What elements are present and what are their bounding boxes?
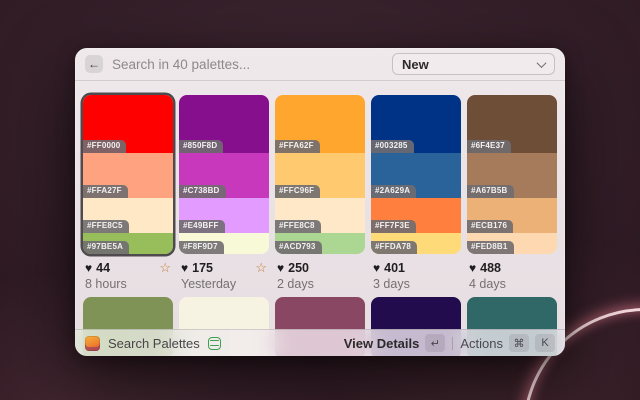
hex-code-chip: #FFE8C8: [275, 220, 321, 233]
palette-meta-row: ♥ 44 ☆: [83, 261, 173, 274]
palette-color-band: #97BE5A: [83, 233, 173, 254]
palette-age: 4 days: [467, 277, 557, 291]
hex-code-chip: #FF7F3E: [371, 220, 416, 233]
palette-stack-icon: [208, 337, 221, 350]
like-count: 44: [96, 261, 110, 275]
favorite-star-icon[interactable]: ☆: [159, 261, 171, 274]
palette-search-window: ← New #FF0000 #FFA27F #FFE8C5 #97BE5A ♥ 44 ☆ 8 …: [75, 48, 565, 356]
heart-icon: ♥: [469, 262, 476, 274]
sort-dropdown-value: New: [402, 57, 429, 72]
palette-color-band: #FFA62F: [275, 95, 365, 153]
palette-meta-row: ♥ 401: [371, 261, 461, 274]
hex-code-chip: #C738BD: [179, 185, 226, 198]
hex-code-chip: #FFA62F: [275, 140, 320, 153]
extension-name: Search Palettes: [108, 336, 200, 351]
return-key-icon: ↵: [425, 334, 445, 352]
palette-color-band: #850F8D: [179, 95, 269, 153]
palette-card[interactable]: #850F8D #C738BD #E49BFF #F8F9D7: [179, 95, 269, 254]
palette-color-band: #FFC96F: [275, 153, 365, 198]
palette-column: #6F4E37 #A67B5B #ECB176 #FED8B1 ♥ 488 4 days: [467, 95, 557, 291]
palette-card[interactable]: #FFA62F #FFC96F #FFE8C8 #ACD793: [275, 95, 365, 254]
palette-color-band: #F8F9D7: [179, 233, 269, 254]
hex-code-chip: #E49BFF: [179, 220, 225, 233]
palette-row-1: #FF0000#FFA27F#FFE8C5#97BE5A♥44☆8 hours#…: [83, 95, 557, 291]
palette-color-band: #ECB176: [467, 198, 557, 233]
hex-code-chip: #97BE5A: [83, 241, 129, 254]
palette-color-band: #E49BFF: [179, 198, 269, 233]
hex-code-chip: #F8F9D7: [179, 241, 224, 254]
palette-column: #FF0000 #FFA27F #FFE8C5 #97BE5A ♥ 44 ☆ 8 hours: [83, 95, 173, 291]
palette-color-band: #ACD793: [275, 233, 365, 254]
footer-action-bar: Search Palettes View Details ↵ Actions ⌘…: [75, 329, 565, 356]
footer-divider: [452, 337, 453, 350]
chevron-down-icon: [537, 58, 547, 68]
k-key-icon: K: [535, 334, 555, 352]
palette-color-band: #FED8B1: [467, 233, 557, 254]
like-count: 488: [480, 261, 501, 275]
palette-color-band: #6F4E37: [467, 95, 557, 153]
footer-right: View Details ↵ Actions ⌘ K: [344, 334, 555, 352]
hex-code-chip: #A67B5B: [467, 185, 514, 198]
palette-column: #003285 #2A629A #FF7F3E #FFDA78 ♥ 401 3 days: [371, 95, 461, 291]
extension-app-icon: [85, 336, 100, 351]
palette-color-band: #003285: [371, 95, 461, 153]
hex-code-chip: #2A629A: [371, 185, 416, 198]
palette-card[interactable]: #6F4E37 #A67B5B #ECB176 #FED8B1: [467, 95, 557, 254]
palette-age: 8 hours: [83, 277, 173, 291]
palette-age: 2 days: [275, 277, 365, 291]
palette-color-band: #C738BD: [179, 153, 269, 198]
palette-meta-row: ♥ 488: [467, 261, 557, 274]
back-arrow-icon: ←: [88, 57, 100, 71]
favorite-star-icon[interactable]: ☆: [255, 261, 267, 274]
heart-icon: ♥: [85, 262, 92, 274]
hex-code-chip: #003285: [371, 140, 414, 153]
palette-column: #FFA62F #FFC96F #FFE8C8 #ACD793 ♥ 250 2 days: [275, 95, 365, 291]
view-details-label: View Details: [344, 336, 420, 351]
palette-color-band: #A67B5B: [467, 153, 557, 198]
palette-meta-row: ♥ 175 ☆: [179, 261, 269, 274]
like-count: 175: [192, 261, 213, 275]
search-input[interactable]: [112, 57, 392, 72]
sort-dropdown[interactable]: New: [392, 53, 555, 75]
hex-code-chip: #FFC96F: [275, 185, 320, 198]
like-count: 401: [384, 261, 405, 275]
palette-card[interactable]: #FF0000 #FFA27F #FFE8C5 #97BE5A: [83, 95, 173, 254]
hex-code-chip: #ACD793: [275, 241, 322, 254]
palette-color-band: #FFA27F: [83, 153, 173, 198]
palette-column: #850F8D #C738BD #E49BFF #F8F9D7 ♥ 175 ☆ Yesterd…: [179, 95, 269, 291]
palette-color-band: #FFE8C5: [83, 198, 173, 233]
palette-color-band: #FF7F3E: [371, 198, 461, 233]
hex-code-chip: #FFA27F: [83, 185, 128, 198]
palette-color-band: #2A629A: [371, 153, 461, 198]
heart-icon: ♥: [373, 262, 380, 274]
heart-icon: ♥: [277, 262, 284, 274]
palette-color-band: #FFDA78: [371, 233, 461, 254]
view-details-button[interactable]: View Details ↵: [344, 334, 446, 352]
hex-code-chip: #FF0000: [83, 140, 126, 153]
like-count: 250: [288, 261, 309, 275]
palette-card[interactable]: #003285 #2A629A #FF7F3E #FFDA78: [371, 95, 461, 254]
palette-color-band: #FFE8C8: [275, 198, 365, 233]
palette-meta-row: ♥ 250: [275, 261, 365, 274]
palette-age: 3 days: [371, 277, 461, 291]
palette-grid-area: #FF0000#FFA27F#FFE8C5#97BE5A♥44☆8 hours#…: [75, 81, 565, 356]
back-button[interactable]: ←: [85, 55, 103, 73]
hex-code-chip: #6F4E37: [467, 140, 511, 153]
palette-color-band: #FF0000: [83, 95, 173, 153]
hex-code-chip: #ECB176: [467, 220, 513, 233]
actions-button[interactable]: Actions ⌘ K: [460, 334, 555, 352]
heart-icon: ♥: [181, 262, 188, 274]
hex-code-chip: #850F8D: [179, 140, 223, 153]
hex-code-chip: #FED8B1: [467, 241, 514, 254]
hex-code-chip: #FFDA78: [371, 241, 417, 254]
search-bar: ← New: [75, 48, 565, 81]
actions-label: Actions: [460, 336, 503, 351]
palette-age: Yesterday: [179, 277, 269, 291]
hex-code-chip: #FFE8C5: [83, 220, 129, 233]
command-key-icon: ⌘: [509, 334, 529, 352]
